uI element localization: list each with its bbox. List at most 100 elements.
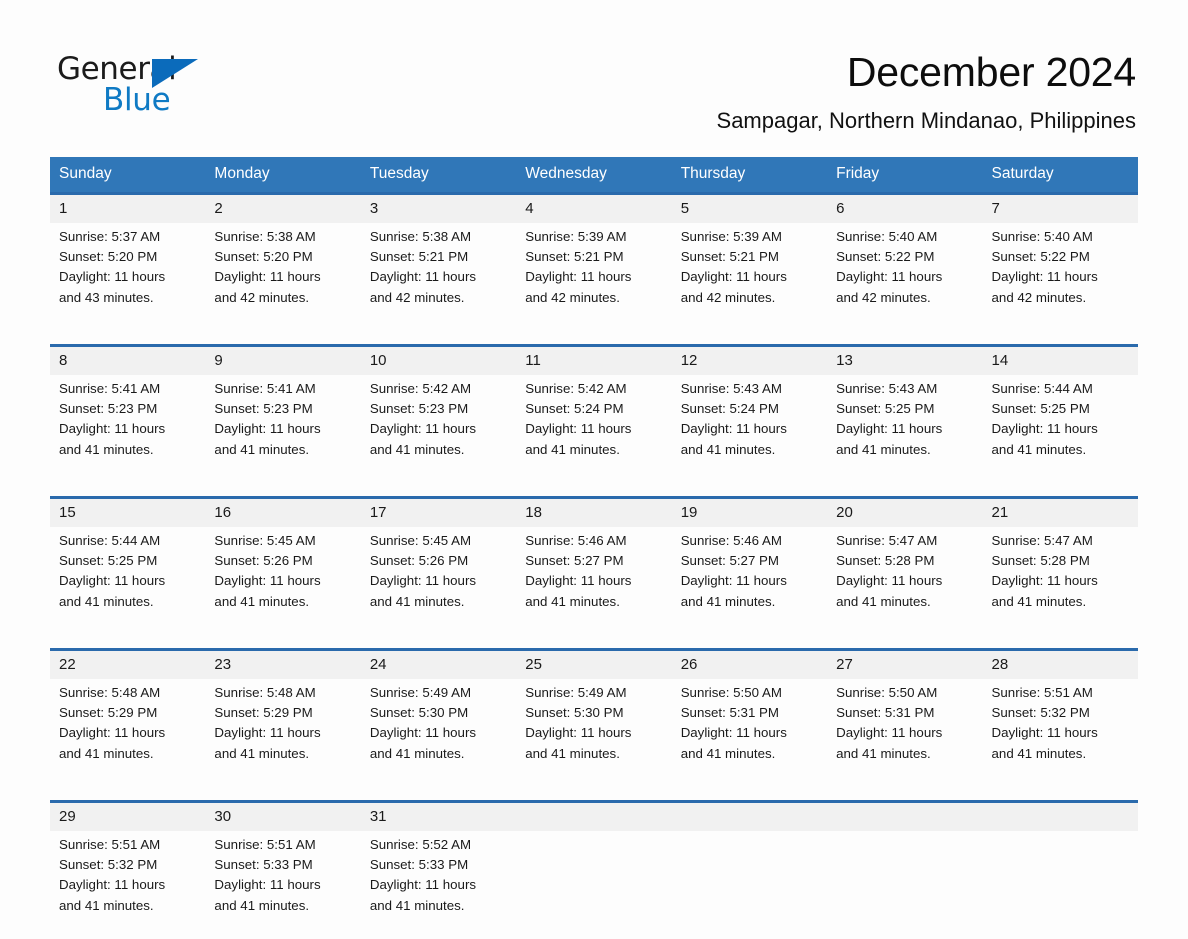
daylight-text-line1: Daylight: 11 hours	[214, 419, 354, 439]
week-row-details: Sunrise: 5:48 AM Sunset: 5:29 PM Dayligh…	[50, 679, 1138, 787]
weekday-header-wednesday: Wednesday	[516, 157, 671, 194]
day-cell: Sunrise: 5:46 AM Sunset: 5:27 PM Dayligh…	[672, 527, 827, 635]
daylight-text-line2: and 41 minutes.	[681, 440, 821, 460]
sunset-text: Sunset: 5:21 PM	[525, 247, 665, 267]
sunrise-sunset-calendar-table: Sunday Monday Tuesday Wednesday Thursday…	[50, 157, 1138, 939]
sunrise-text: Sunrise: 5:42 AM	[525, 379, 665, 399]
day-number: 30	[205, 802, 360, 832]
sunset-text: Sunset: 5:29 PM	[214, 703, 354, 723]
sunset-text: Sunset: 5:20 PM	[59, 247, 199, 267]
day-cell: Sunrise: 5:47 AM Sunset: 5:28 PM Dayligh…	[827, 527, 982, 635]
daylight-text-line2: and 41 minutes.	[59, 592, 199, 612]
day-cell-empty	[827, 831, 982, 939]
sunset-text: Sunset: 5:24 PM	[681, 399, 821, 419]
sunset-text: Sunset: 5:20 PM	[214, 247, 354, 267]
daylight-text-line1: Daylight: 11 hours	[59, 267, 199, 287]
sunrise-text: Sunrise: 5:47 AM	[836, 531, 976, 551]
sunset-text: Sunset: 5:32 PM	[992, 703, 1132, 723]
daylight-text-line2: and 42 minutes.	[214, 288, 354, 308]
sunrise-text: Sunrise: 5:48 AM	[59, 683, 199, 703]
daylight-text-line2: and 41 minutes.	[214, 744, 354, 764]
daylight-text-line1: Daylight: 11 hours	[214, 875, 354, 895]
day-cell: Sunrise: 5:52 AM Sunset: 5:33 PM Dayligh…	[361, 831, 516, 939]
sunrise-text: Sunrise: 5:44 AM	[59, 531, 199, 551]
daylight-text-line2: and 41 minutes.	[525, 744, 665, 764]
daylight-text-line1: Daylight: 11 hours	[992, 571, 1132, 591]
day-cell: Sunrise: 5:41 AM Sunset: 5:23 PM Dayligh…	[50, 375, 205, 483]
sunrise-text: Sunrise: 5:40 AM	[992, 227, 1132, 247]
day-cell: Sunrise: 5:40 AM Sunset: 5:22 PM Dayligh…	[983, 223, 1138, 331]
daylight-text-line2: and 41 minutes.	[214, 592, 354, 612]
page-header: General Blue December 2024 Sampagar, Nor…	[0, 0, 1188, 110]
daylight-text-line2: and 42 minutes.	[992, 288, 1132, 308]
day-number: 16	[205, 498, 360, 528]
day-cell: Sunrise: 5:43 AM Sunset: 5:24 PM Dayligh…	[672, 375, 827, 483]
sunrise-text: Sunrise: 5:49 AM	[525, 683, 665, 703]
daylight-text-line2: and 41 minutes.	[59, 744, 199, 764]
week-row-daynumbers: 1 2 3 4 5 6 7	[50, 194, 1138, 224]
sunset-text: Sunset: 5:31 PM	[836, 703, 976, 723]
daylight-text-line1: Daylight: 11 hours	[214, 723, 354, 743]
daylight-text-line1: Daylight: 11 hours	[525, 723, 665, 743]
sunrise-text: Sunrise: 5:45 AM	[370, 531, 510, 551]
day-cell: Sunrise: 5:42 AM Sunset: 5:23 PM Dayligh…	[361, 375, 516, 483]
day-cell: Sunrise: 5:44 AM Sunset: 5:25 PM Dayligh…	[50, 527, 205, 635]
day-number-empty	[672, 802, 827, 832]
daylight-text-line2: and 41 minutes.	[992, 592, 1132, 612]
sunset-text: Sunset: 5:30 PM	[525, 703, 665, 723]
sunrise-text: Sunrise: 5:46 AM	[525, 531, 665, 551]
daylight-text-line2: and 41 minutes.	[370, 896, 510, 916]
day-cell: Sunrise: 5:42 AM Sunset: 5:24 PM Dayligh…	[516, 375, 671, 483]
daylight-text-line2: and 42 minutes.	[370, 288, 510, 308]
week-row-details: Sunrise: 5:51 AM Sunset: 5:32 PM Dayligh…	[50, 831, 1138, 939]
day-number: 17	[361, 498, 516, 528]
daylight-text-line1: Daylight: 11 hours	[370, 419, 510, 439]
sunset-text: Sunset: 5:28 PM	[992, 551, 1132, 571]
day-cell: Sunrise: 5:48 AM Sunset: 5:29 PM Dayligh…	[50, 679, 205, 787]
week-spacer	[50, 635, 1138, 650]
daylight-text-line1: Daylight: 11 hours	[992, 267, 1132, 287]
sunset-text: Sunset: 5:24 PM	[525, 399, 665, 419]
week-spacer	[50, 331, 1138, 346]
day-cell: Sunrise: 5:39 AM Sunset: 5:21 PM Dayligh…	[516, 223, 671, 331]
sunrise-text: Sunrise: 5:37 AM	[59, 227, 199, 247]
day-number: 1	[50, 194, 205, 224]
sunrise-text: Sunrise: 5:45 AM	[214, 531, 354, 551]
daylight-text-line2: and 41 minutes.	[525, 592, 665, 612]
day-cell: Sunrise: 5:45 AM Sunset: 5:26 PM Dayligh…	[205, 527, 360, 635]
sunset-text: Sunset: 5:26 PM	[214, 551, 354, 571]
daylight-text-line2: and 41 minutes.	[836, 440, 976, 460]
day-cell: Sunrise: 5:51 AM Sunset: 5:32 PM Dayligh…	[983, 679, 1138, 787]
daylight-text-line1: Daylight: 11 hours	[836, 267, 976, 287]
sunrise-text: Sunrise: 5:51 AM	[992, 683, 1132, 703]
day-number: 23	[205, 650, 360, 680]
day-number: 15	[50, 498, 205, 528]
day-number: 10	[361, 346, 516, 376]
sunset-text: Sunset: 5:23 PM	[214, 399, 354, 419]
day-cell: Sunrise: 5:51 AM Sunset: 5:33 PM Dayligh…	[205, 831, 360, 939]
day-number: 2	[205, 194, 360, 224]
sunrise-text: Sunrise: 5:49 AM	[370, 683, 510, 703]
week-row-details: Sunrise: 5:44 AM Sunset: 5:25 PM Dayligh…	[50, 527, 1138, 635]
day-number: 13	[827, 346, 982, 376]
daylight-text-line1: Daylight: 11 hours	[836, 571, 976, 591]
week-spacer	[50, 787, 1138, 802]
day-number: 19	[672, 498, 827, 528]
page-title: December 2024	[717, 48, 1136, 96]
day-cell: Sunrise: 5:48 AM Sunset: 5:29 PM Dayligh…	[205, 679, 360, 787]
day-number-empty	[983, 802, 1138, 832]
day-number-empty	[516, 802, 671, 832]
day-number: 8	[50, 346, 205, 376]
day-cell: Sunrise: 5:46 AM Sunset: 5:27 PM Dayligh…	[516, 527, 671, 635]
day-number: 5	[672, 194, 827, 224]
sunrise-text: Sunrise: 5:44 AM	[992, 379, 1132, 399]
daylight-text-line1: Daylight: 11 hours	[992, 723, 1132, 743]
week-row-daynumbers: 22 23 24 25 26 27 28	[50, 650, 1138, 680]
daylight-text-line2: and 42 minutes.	[836, 288, 976, 308]
sunrise-text: Sunrise: 5:41 AM	[214, 379, 354, 399]
daylight-text-line1: Daylight: 11 hours	[214, 267, 354, 287]
day-number: 18	[516, 498, 671, 528]
day-number: 7	[983, 194, 1138, 224]
sunrise-text: Sunrise: 5:50 AM	[836, 683, 976, 703]
generalblue-logo: General Blue	[57, 52, 207, 112]
